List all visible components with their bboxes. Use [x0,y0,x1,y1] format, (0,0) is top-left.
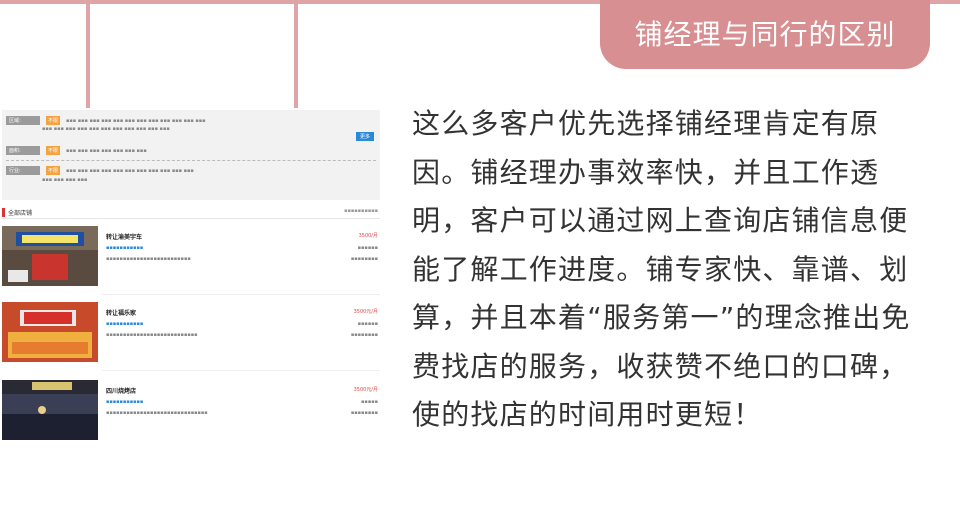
listing-address-blurred: ▪▪▪▪▪▪▪▪▪▪▪▪▪▪▪▪▪▪▪▪▪▪▪▪▪▪▪ [106,332,198,338]
filter-option-selected[interactable]: 不限 [46,116,61,125]
listing-item[interactable]: 转让渝美宇车 ▪▪▪▪▪▪▪▪▪▪▪ ▪▪▪▪▪▪▪▪▪▪▪▪▪▪▪▪▪▪▪▪▪… [2,226,380,295]
section-divider [2,218,380,219]
listing-item[interactable]: 四川烧烤店 ▪▪▪▪▪▪▪▪▪▪▪ ▪▪▪▪▪▪▪▪▪▪▪▪▪▪▪▪▪▪▪▪▪▪… [2,380,380,442]
listing-meta-blurred: ▪▪▪▪▪ [361,399,378,405]
listing-divider [102,370,380,371]
filter-label: 行业: [6,166,40,175]
filter-option-selected[interactable]: 不限 [46,146,61,155]
listing-price: 3500元/月 [353,309,378,315]
listing-title[interactable]: 转让渝美宇车 [106,232,142,241]
shop-photo [2,302,98,362]
filter-label: 面积: [6,146,40,155]
listing-price: 3500元/月 [353,387,378,393]
listing-item[interactable]: 转让福乐家 ▪▪▪▪▪▪▪▪▪▪▪ ▪▪▪▪▪▪▪▪▪▪▪▪▪▪▪▪▪▪▪▪▪▪… [2,302,380,371]
shop-photo [2,380,98,440]
filter-row-size: 面积: 不限 ▪▪▪ ▪▪▪ ▪▪▪ ▪▪▪ ▪▪▪ ▪▪▪ ▪▪▪ [6,146,147,155]
filter-divider [6,160,376,161]
section-title-tab: 铺经理与同行的区别 [600,0,930,69]
listing-phone-blurred: ▪▪▪▪▪▪▪▪▪▪▪ [106,245,144,251]
listing-phone-blurred: ▪▪▪▪▪▪▪▪▪▪▪ [106,321,144,327]
filter-panel: 区域: 不限 ▪▪▪ ▪▪▪ ▪▪▪ ▪▪▪ ▪▪▪ ▪▪▪ ▪▪▪ ▪▪▪ ▪… [2,110,380,200]
listing-divider [102,294,380,295]
listing-address-blurred: ▪▪▪▪▪▪▪▪▪▪▪▪▪▪▪▪▪▪▪▪▪▪▪▪▪▪▪▪▪▪ [106,410,208,416]
listing-title[interactable]: 四川烧烤店 [106,386,136,395]
filter-options-blurred: ▪▪▪ ▪▪▪ ▪▪▪ ▪▪▪ [42,177,88,183]
shop-listing-screenshot: 区域: 不限 ▪▪▪ ▪▪▪ ▪▪▪ ▪▪▪ ▪▪▪ ▪▪▪ ▪▪▪ ▪▪▪ ▪… [2,110,380,445]
listing-meta-blurred: ▪▪▪▪▪▪▪▪ [350,332,378,338]
listing-meta-blurred: ▪▪▪▪▪▪▪▪ [350,256,378,262]
filter-row-industry: 行业: 不限 ▪▪▪ ▪▪▪ ▪▪▪ ▪▪▪ ▪▪▪ ▪▪▪ ▪▪▪ ▪▪▪ ▪… [6,166,194,175]
section-summary: ▪▪▪▪▪▪▪▪▪▪ [344,208,378,214]
filter-options-blurred: ▪▪▪ ▪▪▪ ▪▪▪ ▪▪▪ ▪▪▪ ▪▪▪ ▪▪▪ ▪▪▪ ▪▪▪ ▪▪▪ … [42,126,170,132]
filter-options-blurred: ▪▪▪ ▪▪▪ ▪▪▪ ▪▪▪ ▪▪▪ ▪▪▪ ▪▪▪ ▪▪▪ ▪▪▪ ▪▪▪ … [66,117,206,124]
filter-options-blurred: ▪▪▪ ▪▪▪ ▪▪▪ ▪▪▪ ▪▪▪ ▪▪▪ ▪▪▪ [66,147,147,154]
more-button[interactable]: 更多 [355,132,374,141]
listing-meta-blurred: ▪▪▪▪▪▪▪▪ [350,410,378,416]
description-paragraph: 这么多客户优先选择铺经理肯定有原因。铺经理办事效率快，并且工作透明，客户可以通过… [412,107,911,431]
filter-options-blurred: ▪▪▪ ▪▪▪ ▪▪▪ ▪▪▪ ▪▪▪ ▪▪▪ ▪▪▪ ▪▪▪ ▪▪▪ ▪▪▪ … [66,167,194,174]
listing-title[interactable]: 转让福乐家 [106,308,136,317]
filter-row-area: 区域: 不限 ▪▪▪ ▪▪▪ ▪▪▪ ▪▪▪ ▪▪▪ ▪▪▪ ▪▪▪ ▪▪▪ ▪… [6,116,206,125]
decorative-vertical-line [294,0,298,108]
filter-label: 区域: [6,116,40,125]
shop-photo [2,226,98,286]
listing-phone-blurred: ▪▪▪▪▪▪▪▪▪▪▪ [106,399,144,405]
listing-address-blurred: ▪▪▪▪▪▪▪▪▪▪▪▪▪▪▪▪▪▪▪▪▪▪▪▪▪ [106,256,191,262]
section-heading: 全部店铺 [2,208,32,217]
listing-meta-blurred: ▪▪▪▪▪▪ [357,245,378,251]
listing-meta-blurred: ▪▪▪▪▪▪ [357,321,378,327]
listing-price: 3500/月 [358,233,378,239]
decorative-vertical-line [86,0,90,108]
filter-option-selected[interactable]: 不限 [46,166,61,175]
